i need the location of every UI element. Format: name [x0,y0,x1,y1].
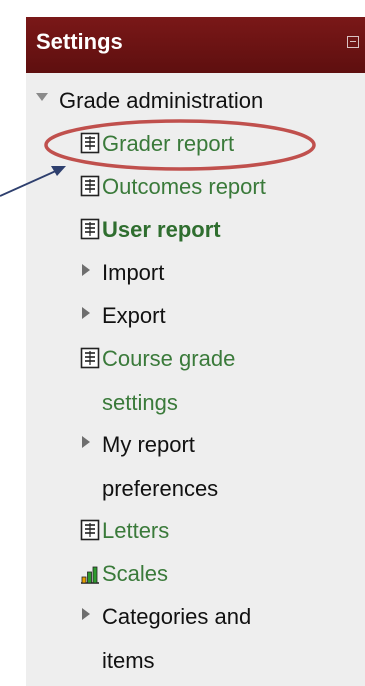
highlight-ellipse [44,119,316,171]
annotation-overlay [0,119,316,197]
annotation-arrow [0,166,66,197]
